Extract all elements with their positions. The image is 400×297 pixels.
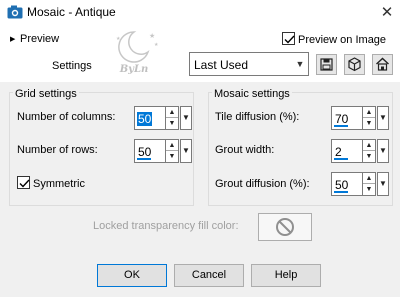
preview-toggle[interactable]: ▶ Preview <box>10 33 59 45</box>
symmetric-label: Symmetric <box>33 178 85 190</box>
locked-fill-label: Locked transparency fill color: <box>93 220 239 232</box>
grout-diffusion-label: Grout diffusion (%): <box>215 178 310 190</box>
ok-button[interactable]: OK <box>97 264 167 287</box>
checkbox-checked-icon <box>282 32 295 45</box>
decrement-button[interactable]: ▼ <box>363 151 375 162</box>
symmetric-checkbox[interactable]: Symmetric <box>17 176 85 190</box>
decrement-button[interactable]: ▼ <box>363 118 375 129</box>
increment-button[interactable]: ▲ <box>363 173 375 184</box>
increment-button[interactable]: ▲ <box>363 140 375 151</box>
increment-button[interactable]: ▲ <box>363 107 375 118</box>
grout-diffusion-value: 50 <box>335 178 349 192</box>
preview-toggle-label: Preview <box>20 33 60 45</box>
preview-on-image-checkbox[interactable]: Preview on Image <box>282 32 386 46</box>
tile-diffusion-stepper[interactable]: 70 ▲ ▼ ▼ <box>331 106 389 130</box>
grout-diffusion-slider-dropdown[interactable]: ▼ <box>377 172 389 196</box>
grout-width-value: 2 <box>335 145 342 159</box>
grout-width-slider-dropdown[interactable]: ▼ <box>377 139 389 163</box>
help-button[interactable]: Help <box>251 264 321 287</box>
grout-diffusion-stepper[interactable]: 50 ▲ ▼ ▼ <box>331 172 389 196</box>
expand-arrow-icon: ▶ <box>10 36 16 43</box>
save-preset-icon <box>320 58 333 71</box>
rows-value: 50 <box>138 145 152 159</box>
tile-diffusion-slider-dropdown[interactable]: ▼ <box>377 106 389 130</box>
grout-width-input[interactable]: 2 <box>331 139 363 163</box>
tile-diffusion-input[interactable]: 70 <box>331 106 363 130</box>
rows-stepper[interactable]: 50 ▲ ▼ ▼ <box>134 139 192 163</box>
camera-icon <box>7 5 23 20</box>
chevron-down-icon: ▼ <box>295 59 305 69</box>
tile-diffusion-spin-buttons: ▲ ▼ <box>362 106 376 130</box>
columns-input[interactable]: 50 <box>134 106 166 130</box>
slider-track <box>334 191 348 193</box>
preset-options-icon <box>348 57 361 72</box>
columns-spin-buttons: ▲ ▼ <box>165 106 179 130</box>
window-title: Mosaic - Antique <box>27 5 116 19</box>
grout-diffusion-input[interactable]: 50 <box>331 172 363 196</box>
mosaic-settings-title: Mosaic settings <box>212 88 292 100</box>
increment-button[interactable]: ▲ <box>166 107 178 118</box>
decrement-button[interactable]: ▼ <box>166 151 178 162</box>
checkbox-checked-icon <box>17 176 30 189</box>
rows-spin-buttons: ▲ ▼ <box>165 139 179 163</box>
columns-stepper[interactable]: 50 ▲ ▼ ▼ <box>134 106 192 130</box>
grout-width-label: Grout width: <box>215 144 275 156</box>
no-symbol-icon <box>276 218 294 236</box>
grout-width-spin-buttons: ▲ ▼ <box>362 139 376 163</box>
columns-value: 50 <box>137 112 153 126</box>
tile-diffusion-value: 70 <box>335 112 349 126</box>
columns-label: Number of columns: <box>17 111 116 123</box>
rows-label: Number of rows: <box>17 144 98 156</box>
slider-track <box>334 158 348 160</box>
increment-button[interactable]: ▲ <box>166 140 178 151</box>
preset-select[interactable]: Last Used ▼ <box>189 52 309 76</box>
cancel-button[interactable]: Cancel <box>174 264 244 287</box>
watermark-text: ByLn <box>119 64 149 74</box>
rows-slider-dropdown[interactable]: ▼ <box>180 139 192 163</box>
reset-button[interactable] <box>372 54 393 75</box>
locked-fill-color-swatch[interactable] <box>258 213 312 241</box>
columns-slider-dropdown[interactable]: ▼ <box>180 106 192 130</box>
reset-icon <box>376 57 389 71</box>
slider-track <box>137 158 151 160</box>
moon-stars-icon: ★ ★ ★ ByLn <box>104 28 164 75</box>
svg-text:★: ★ <box>149 32 155 40</box>
save-preset-button[interactable] <box>316 54 337 75</box>
svg-text:★: ★ <box>154 42 159 48</box>
grout-width-stepper[interactable]: 2 ▲ ▼ ▼ <box>331 139 389 163</box>
rows-input[interactable]: 50 <box>134 139 166 163</box>
preset-options-button[interactable] <box>344 54 365 75</box>
preset-select-value: Last Used <box>194 58 249 72</box>
tile-diffusion-label: Tile diffusion (%): <box>215 111 300 123</box>
close-button[interactable]: ✕ <box>376 2 398 24</box>
preview-on-image-label: Preview on Image <box>298 34 387 46</box>
slider-track <box>334 125 348 127</box>
decrement-button[interactable]: ▼ <box>363 184 375 195</box>
svg-text:★: ★ <box>116 36 121 42</box>
decrement-button[interactable]: ▼ <box>166 118 178 129</box>
grout-diffusion-spin-buttons: ▲ ▼ <box>362 172 376 196</box>
settings-label: Settings <box>52 60 92 72</box>
grid-settings-title: Grid settings <box>13 88 79 100</box>
